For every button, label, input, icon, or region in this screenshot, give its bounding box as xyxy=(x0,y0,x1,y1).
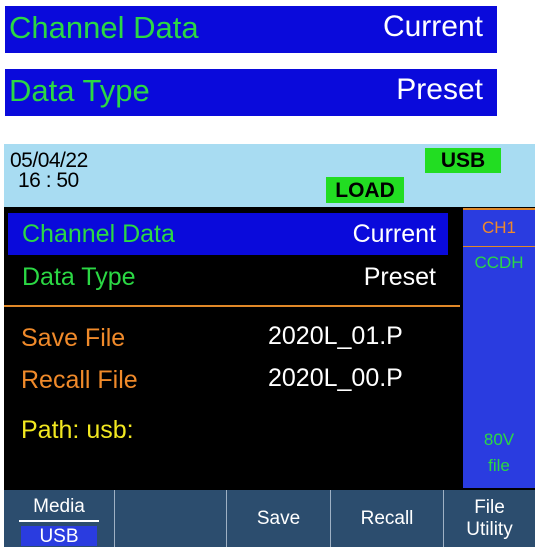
media-softkey[interactable]: Media USB xyxy=(4,490,115,547)
load-indicator: LOAD xyxy=(326,177,404,203)
mode-indicator: CCDH xyxy=(474,253,524,272)
file-menu-panel: Channel Data Current Data Type Preset Sa… xyxy=(4,207,460,488)
recall-file-value[interactable]: 2020L_00.P xyxy=(268,364,403,393)
media-softkey-label: Media xyxy=(33,496,85,517)
media-softkey-divider xyxy=(19,520,99,522)
file-utility-line2: Utility xyxy=(466,519,513,540)
status-date: 05/04/22 xyxy=(10,149,88,172)
channel-data-value[interactable]: Current xyxy=(353,220,436,249)
data-type-value[interactable]: Preset xyxy=(364,263,436,292)
example-channel-data-value: Current xyxy=(382,10,483,43)
usb-indicator: USB xyxy=(425,148,501,173)
channel-data-label[interactable]: Channel Data xyxy=(22,220,175,249)
side-status-panel: CH1 CCDH 80V file xyxy=(463,208,535,488)
example-row-channel-data: Channel Data Current xyxy=(5,6,497,53)
menu-divider xyxy=(4,305,460,307)
example-data-type-value: Preset xyxy=(396,73,483,106)
side-panel-divider xyxy=(463,246,535,247)
file-utility-line1: File xyxy=(474,497,505,518)
type-indicator: file xyxy=(488,456,510,475)
status-bar: 05/04/22 16 : 50 USB LOAD xyxy=(4,144,535,207)
status-time: 16 : 50 xyxy=(18,169,79,192)
recall-file-label[interactable]: Recall File xyxy=(21,366,138,395)
instrument-screen: 05/04/22 16 : 50 USB LOAD Channel Data C… xyxy=(4,144,535,547)
media-softkey-value: USB xyxy=(21,526,97,547)
data-type-label[interactable]: Data Type xyxy=(22,263,136,292)
range-indicator: 80V xyxy=(483,430,515,449)
save-file-label[interactable]: Save File xyxy=(21,324,125,353)
file-utility-softkey[interactable]: File Utility xyxy=(444,490,535,547)
example-data-type-label: Data Type xyxy=(9,73,150,108)
path-label: Path: usb: xyxy=(21,416,134,444)
save-file-value[interactable]: 2020L_01.P xyxy=(268,322,403,351)
side-panel-top-border xyxy=(463,208,535,210)
example-row-data-type: Data Type Preset xyxy=(5,69,497,116)
example-channel-data-label: Channel Data xyxy=(9,10,199,45)
recall-softkey[interactable]: Recall xyxy=(331,490,444,547)
blank-softkey[interactable] xyxy=(115,490,227,547)
save-softkey[interactable]: Save xyxy=(227,490,331,547)
softkey-bar: Media USB Save Recall File Utility xyxy=(4,490,535,547)
channel-indicator: CH1 xyxy=(481,218,516,237)
